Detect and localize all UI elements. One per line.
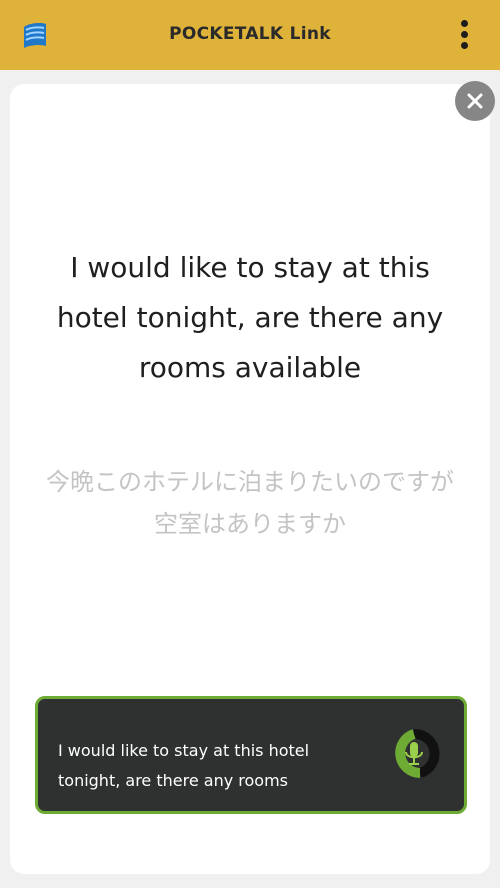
microphone-button[interactable] bbox=[388, 726, 444, 782]
close-icon bbox=[467, 93, 483, 109]
transcript-panel: I would like to stay at this hotel tonig… bbox=[35, 696, 467, 814]
microphone-icon bbox=[394, 729, 440, 778]
app-header: POCKETALK Link bbox=[0, 0, 500, 70]
app-title: POCKETALK Link bbox=[169, 24, 331, 44]
translated-text: 今晩このホテルに泊まりたいのですが空室はありますか bbox=[46, 468, 454, 538]
close-button[interactable] bbox=[455, 81, 495, 121]
transcript-text: I would like to stay at this hotel tonig… bbox=[58, 741, 310, 790]
more-vertical-icon[interactable] bbox=[452, 18, 478, 52]
source-text: I would like to stay at this hotel tonig… bbox=[56, 251, 444, 384]
